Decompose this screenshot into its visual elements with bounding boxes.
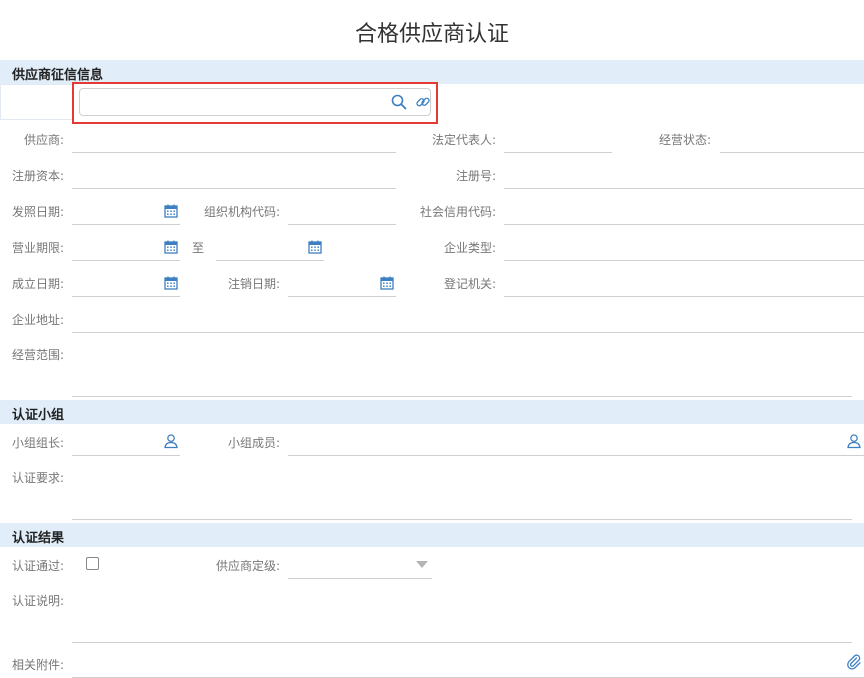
section-header-supplier-info: 供应商征信信息 bbox=[0, 60, 864, 84]
field-credit-code[interactable] bbox=[504, 224, 864, 225]
label-cert-passed: 认证通过: bbox=[12, 559, 65, 573]
field-cancel-date[interactable] bbox=[288, 296, 396, 297]
link-icon[interactable] bbox=[415, 94, 431, 110]
calendar-icon[interactable] bbox=[379, 275, 395, 291]
search-icon[interactable] bbox=[391, 94, 407, 110]
section-header-result: 认证结果 bbox=[0, 523, 864, 547]
label-team-leader: 小组组长: bbox=[12, 436, 65, 450]
field-supplier[interactable] bbox=[72, 152, 396, 153]
calendar-icon[interactable] bbox=[163, 203, 179, 219]
section-title: 认证小组 bbox=[12, 408, 65, 423]
field-reg-no[interactable] bbox=[504, 188, 864, 189]
field-company-type[interactable] bbox=[504, 260, 864, 261]
field-reg-capital[interactable] bbox=[72, 188, 396, 189]
label-cancel-date: 注销日期: bbox=[228, 277, 281, 291]
section-title: 供应商征信信息 bbox=[12, 68, 104, 83]
field-est-date[interactable] bbox=[72, 296, 180, 297]
label-credit-code: 社会信用代码: bbox=[420, 205, 497, 219]
label-reg-capital: 注册资本: bbox=[12, 169, 65, 183]
user-icon[interactable] bbox=[846, 433, 862, 449]
label-cert-note: 认证说明: bbox=[12, 594, 65, 608]
field-biz-status[interactable] bbox=[720, 152, 864, 153]
supplier-grade-select[interactable] bbox=[288, 578, 432, 579]
cert-passed-checkbox[interactable] bbox=[86, 557, 99, 570]
label-reg-authority: 登记机关: bbox=[444, 277, 497, 291]
search-highlight bbox=[72, 82, 438, 124]
section-title: 认证结果 bbox=[12, 531, 65, 546]
field-cert-req[interactable] bbox=[72, 519, 852, 520]
label-cert-req: 认证要求: bbox=[12, 471, 65, 485]
user-icon[interactable] bbox=[163, 433, 179, 449]
paperclip-icon[interactable] bbox=[846, 654, 862, 670]
field-team-leader[interactable] bbox=[72, 455, 180, 456]
section-header-team: 认证小组 bbox=[0, 400, 864, 424]
calendar-icon[interactable] bbox=[163, 275, 179, 291]
chevron-down-icon[interactable] bbox=[416, 561, 428, 568]
calendar-icon[interactable] bbox=[163, 239, 179, 255]
label-address: 企业地址: bbox=[12, 313, 65, 327]
field-biz-scope[interactable] bbox=[72, 396, 852, 397]
label-org-code: 组织机构代码: bbox=[204, 205, 281, 219]
label-supplier: 供应商: bbox=[24, 133, 65, 147]
supplier-search-input[interactable] bbox=[88, 93, 378, 111]
label-reg-no: 注册号: bbox=[456, 169, 497, 183]
field-biz-term-start[interactable] bbox=[72, 260, 180, 261]
field-org-code[interactable] bbox=[288, 224, 396, 225]
field-reg-authority[interactable] bbox=[504, 296, 864, 297]
label-biz-status: 经营状态: bbox=[659, 133, 712, 147]
calendar-icon[interactable] bbox=[307, 239, 323, 255]
field-legal-rep[interactable] bbox=[504, 152, 612, 153]
supplier-search-box[interactable] bbox=[79, 88, 431, 116]
label-biz-term: 营业期限: bbox=[12, 241, 65, 255]
field-cert-note[interactable] bbox=[72, 642, 852, 643]
label-legal-rep: 法定代表人: bbox=[432, 133, 497, 147]
page-title: 合格供应商认证 bbox=[354, 22, 509, 47]
search-row-margin bbox=[0, 84, 72, 120]
field-license-date[interactable] bbox=[72, 224, 180, 225]
field-address[interactable] bbox=[72, 332, 864, 333]
label-to: 至 bbox=[192, 241, 205, 255]
label-est-date: 成立日期: bbox=[12, 277, 65, 291]
label-company-type: 企业类型: bbox=[444, 241, 497, 255]
label-attachments: 相关附件: bbox=[12, 658, 65, 672]
field-biz-term-end[interactable] bbox=[216, 260, 324, 261]
field-team-members[interactable] bbox=[288, 455, 864, 456]
label-team-members: 小组成员: bbox=[228, 436, 281, 450]
label-supplier-grade: 供应商定级: bbox=[216, 559, 281, 573]
label-biz-scope: 经营范围: bbox=[12, 348, 65, 362]
label-license-date: 发照日期: bbox=[12, 205, 65, 219]
